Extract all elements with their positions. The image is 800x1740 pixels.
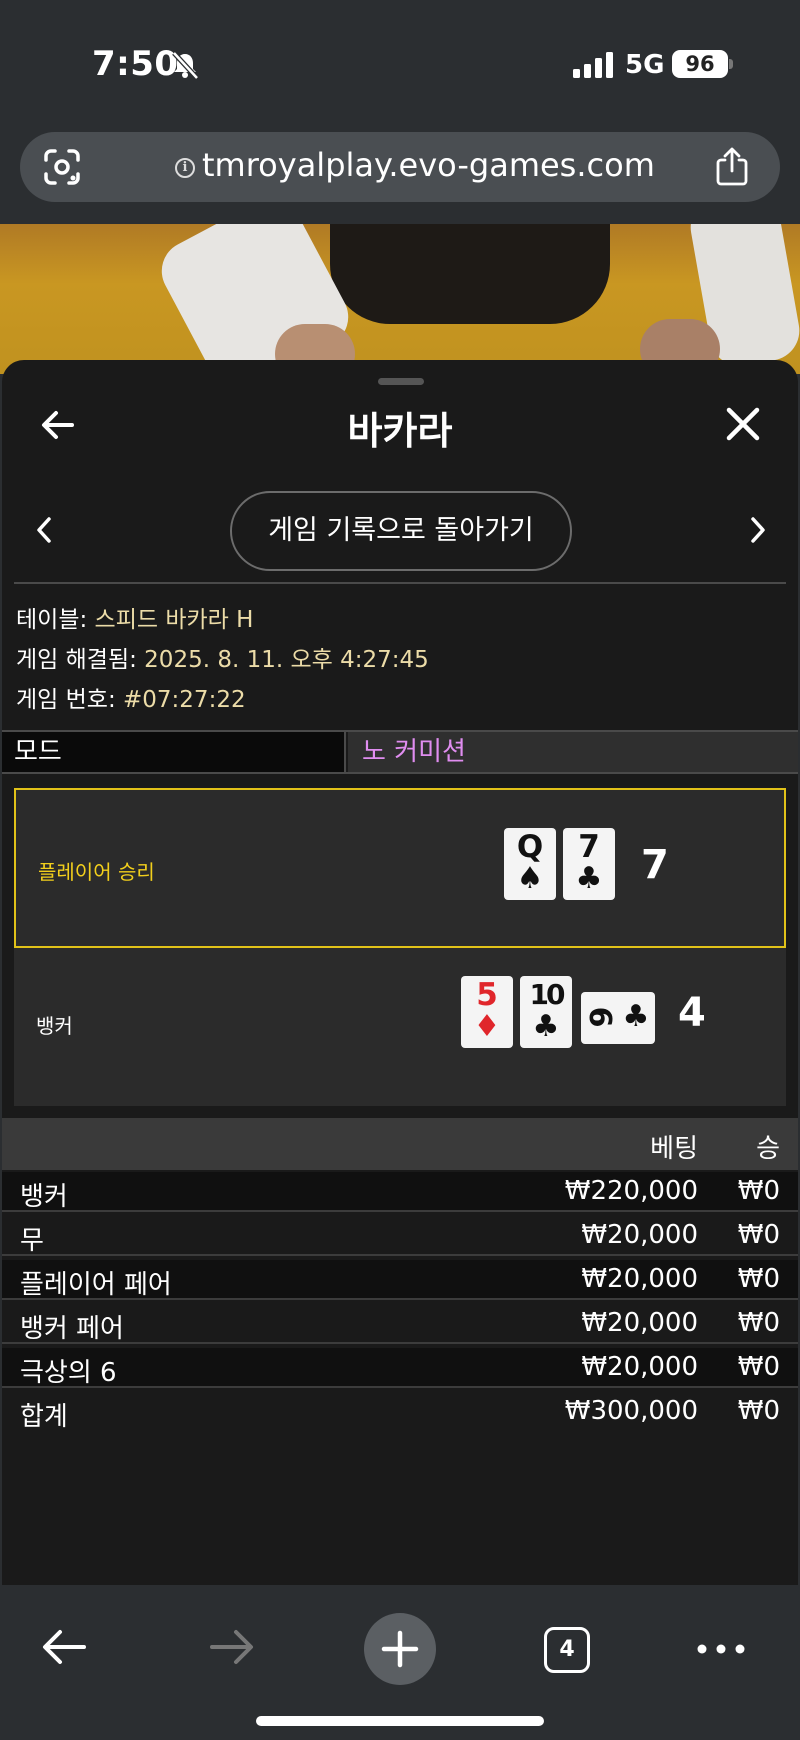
- bet-amount: ₩20,000: [581, 1220, 698, 1250]
- table-info: 테이블: 스피드 바카라 H: [16, 600, 253, 634]
- banker-result-label: 뱅커: [36, 1014, 73, 1038]
- player-hand: 플레이어 승리 Q ♠ 7 ♣ 7: [14, 788, 786, 948]
- new-tab-button[interactable]: [364, 1613, 436, 1685]
- bet-amount: ₩20,000: [581, 1352, 698, 1382]
- table-row: 뱅커 ₩220,000 ₩0: [2, 1172, 798, 1212]
- bet-name: 무: [20, 1226, 44, 1256]
- bet-amount: ₩20,000: [581, 1308, 698, 1338]
- bet-win: ₩0: [737, 1308, 780, 1338]
- dealer-vest: [330, 224, 610, 324]
- share-icon[interactable]: [714, 146, 750, 186]
- bell-muted-icon: [172, 51, 199, 80]
- banker-hand: 뱅커 5 ♦ 10 ♣ 9 ♣ 4: [14, 948, 786, 1106]
- game-number-value: #07:27:22: [123, 687, 246, 713]
- browser-forward-icon[interactable]: [208, 1625, 256, 1669]
- url-text[interactable]: tmroyalplay.evo-games.com: [202, 146, 655, 184]
- game-number-label: 게임 번호:: [16, 687, 124, 713]
- mode-value: 노 커미션: [348, 732, 798, 772]
- chevron-left-icon[interactable]: [32, 515, 56, 545]
- card-rank: 9: [585, 1006, 620, 1028]
- player-score: 7: [641, 842, 669, 888]
- win-column-header: 승: [756, 1134, 780, 1164]
- banker-score: 4: [678, 990, 706, 1036]
- card-rank: Q: [516, 829, 544, 865]
- card-suit: ♣: [575, 861, 603, 896]
- player-result-label: 플레이어 승리: [38, 860, 155, 884]
- bets-table-header: 베팅 승: [2, 1118, 798, 1170]
- table-row: 뱅커 페어 ₩20,000 ₩0: [2, 1304, 798, 1344]
- card-rank: 7: [578, 829, 600, 865]
- banker-card-1: 5 ♦: [461, 976, 513, 1048]
- sheet-title: 바카라: [347, 409, 453, 453]
- sheet-drag-handle[interactable]: [378, 378, 424, 385]
- status-time: 7:50: [92, 44, 179, 84]
- bet-amount: ₩220,000: [564, 1176, 698, 1206]
- round-result: 플레이어 승리 Q ♠ 7 ♣ 7 뱅커 5 ♦ 10 ♣ 9 ♣ 4: [14, 788, 786, 1106]
- more-options-icon[interactable]: [696, 1639, 746, 1659]
- player-card-2: 7 ♣: [563, 828, 615, 900]
- total-label: 합계: [20, 1402, 68, 1432]
- mode-row: 모드 노 커미션: [2, 730, 798, 774]
- home-indicator[interactable]: [256, 1716, 544, 1726]
- bet-win: ₩0: [737, 1352, 780, 1382]
- resolved-value: 2025. 8. 11. 오후 4:27:45: [144, 647, 429, 673]
- status-bar: 7:50 5G 96: [0, 0, 800, 128]
- bet-name: 극상의 6: [20, 1358, 117, 1388]
- table-label: 테이블:: [16, 607, 95, 633]
- battery-level: 96: [672, 50, 728, 78]
- card-suit: ♠: [516, 861, 544, 896]
- player-card-1: Q ♠: [504, 828, 556, 900]
- resolved-label: 게임 해결됨:: [16, 647, 145, 673]
- game-detail-sheet: 바카라 게임 기록으로 돌아가기 테이블: 스피드 바카라 H 게임 해결됨: …: [2, 360, 798, 1585]
- bet-win: ₩0: [737, 1176, 780, 1206]
- card-rank: 5: [476, 977, 498, 1013]
- total-amount: ₩300,000: [564, 1396, 698, 1426]
- browser-back-icon[interactable]: [40, 1625, 88, 1669]
- bet-win: ₩0: [737, 1264, 780, 1294]
- divider: [14, 582, 786, 584]
- bet-column-header: 베팅: [650, 1134, 698, 1164]
- bet-win: ₩0: [737, 1220, 780, 1250]
- table-row: 극상의 6 ₩20,000 ₩0: [2, 1348, 798, 1388]
- card-rank: 10: [529, 978, 566, 1011]
- resolved-info: 게임 해결됨: 2025. 8. 11. 오후 4:27:45: [16, 640, 429, 674]
- bet-name: 뱅커: [20, 1182, 68, 1212]
- bet-name: 뱅커 페어: [20, 1314, 124, 1344]
- card-suit: ♣: [532, 1009, 560, 1044]
- table-row: 플레이어 페어 ₩20,000 ₩0: [2, 1260, 798, 1300]
- address-bar[interactable]: i tmroyalplay.evo-games.com: [20, 132, 780, 202]
- card-suit: ♦: [473, 1009, 501, 1044]
- tab-switcher-button[interactable]: 4: [544, 1627, 590, 1673]
- total-win: ₩0: [737, 1396, 780, 1426]
- banker-card-3-sideways: 9 ♣: [581, 992, 655, 1044]
- table-row: 무 ₩20,000 ₩0: [2, 1216, 798, 1256]
- site-info-icon[interactable]: i: [175, 158, 195, 178]
- mode-label: 모드: [2, 732, 346, 772]
- close-icon[interactable]: [724, 405, 762, 443]
- chevron-right-icon[interactable]: [746, 515, 770, 545]
- live-video-feed: [0, 224, 800, 374]
- card-suit: ♣: [622, 999, 650, 1034]
- network-type: 5G: [625, 50, 665, 80]
- google-lens-icon[interactable]: [42, 148, 82, 186]
- back-to-history-button[interactable]: 게임 기록으로 돌아가기: [230, 491, 572, 571]
- plus-icon: [381, 1630, 419, 1668]
- table-value: 스피드 바카라 H: [94, 607, 254, 633]
- bet-name: 플레이어 페어: [20, 1270, 172, 1300]
- battery-tip: [729, 59, 733, 69]
- total-row: 합계 ₩300,000 ₩0: [2, 1392, 798, 1432]
- cellular-signal-icon: [573, 52, 613, 78]
- banker-card-2: 10 ♣: [520, 976, 572, 1048]
- game-number-info: 게임 번호: #07:27:22: [16, 680, 246, 714]
- bet-amount: ₩20,000: [581, 1264, 698, 1294]
